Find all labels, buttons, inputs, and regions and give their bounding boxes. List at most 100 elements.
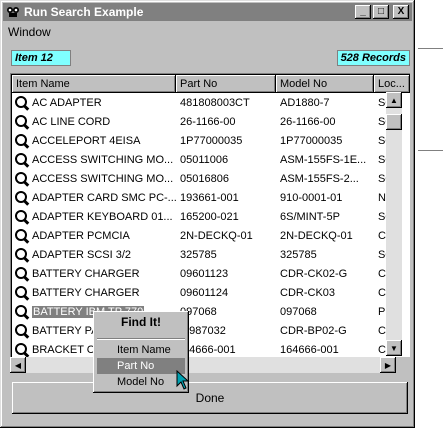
left-arrow-icon: ◀: [14, 360, 22, 370]
menu-bar: Window: [4, 24, 55, 40]
table-row[interactable]: ACCELEPORT 4EISA1P770000351P77000035S040: [12, 131, 401, 150]
table-row[interactable]: ADAPTER PCMCIA2N-DECKQ-012N-DECKQ-01C010: [12, 226, 401, 245]
item-counter-badge: Item 12: [11, 50, 71, 66]
scroll-down-button[interactable]: ▼: [386, 340, 402, 356]
status-strip: Item 12 528 Records: [3, 45, 412, 69]
horizontal-scrollbar[interactable]: ◀ ▶: [10, 357, 396, 373]
magnifier-icon: [14, 342, 30, 357]
item-name-text: AC LINE CORD: [32, 115, 111, 128]
context-menu: Find It! Item Name Part No Model No: [93, 311, 189, 393]
background-line: [418, 48, 443, 49]
magnifier-icon: [14, 228, 30, 244]
vertical-scrollbar[interactable]: ▲ ▼: [386, 92, 402, 356]
scroll-left-button[interactable]: ◀: [10, 357, 26, 373]
table-row[interactable]: BATTERY CHARGER09601123CDR-CK02-GC020: [12, 264, 401, 283]
context-menu-item-model-no[interactable]: Model No: [97, 374, 185, 390]
magnifier-icon: [14, 323, 30, 339]
column-header-location[interactable]: Loc...: [374, 75, 410, 93]
cell-item-name: ADAPTER SCSI 3/2: [12, 247, 176, 263]
cell-item-name: ACCESS SWITCHING MO...: [12, 152, 176, 168]
maximize-button[interactable]: □: [373, 5, 389, 19]
item-name-text: ADAPTER KEYBOARD 01...: [32, 210, 173, 223]
table-row[interactable]: BATTERY CHARGER09601124CDR-CK03C020: [12, 283, 401, 302]
column-header-part-no[interactable]: Part No: [176, 75, 276, 93]
up-arrow-icon: ▲: [390, 95, 398, 105]
cell-item-name: BATTERY CHARGER: [12, 285, 176, 301]
magnifier-icon: [14, 190, 30, 206]
app-icon: [6, 5, 20, 19]
cell-part-no: 097068: [180, 305, 217, 318]
cell-item-name: ACCELEPORT 4EISA: [12, 133, 176, 149]
cell-model-no: 097068: [280, 305, 317, 318]
item-name-text: BATTERY CHARGER: [32, 286, 140, 299]
cell-item-name: ACCESS SWITCHING MO...: [12, 171, 176, 187]
done-button[interactable]: Done: [12, 382, 408, 414]
context-menu-separator: [97, 338, 185, 340]
record-count-badge: 528 Records: [336, 50, 410, 66]
cell-part-no: 05011006: [180, 153, 229, 166]
table-row[interactable]: BATTERY IBM TP 770097068097068PR...: [12, 302, 401, 321]
down-arrow-icon: ▼: [390, 343, 398, 353]
magnifier-icon: [14, 247, 30, 263]
minimize-icon: _: [360, 6, 366, 17]
cell-part-no: 325785: [180, 248, 217, 261]
cell-model-no: 164666-001: [280, 343, 339, 356]
cell-part-no: 26-1166-00: [180, 115, 236, 128]
cell-part-no: 05016806: [180, 172, 229, 185]
close-button[interactable]: X: [393, 5, 409, 19]
magnifier-icon: [14, 266, 30, 282]
cell-part-no: 09601124: [180, 286, 229, 299]
context-menu-title: Find It!: [121, 315, 161, 329]
menu-window[interactable]: Window: [4, 25, 55, 39]
cell-part-no: 165200-021: [180, 210, 239, 223]
scroll-up-button[interactable]: ▲: [386, 92, 402, 108]
cell-model-no: 325785: [280, 248, 317, 261]
table-row[interactable]: ADAPTER CARD SMC PC-... 193661-001 910-000…: [12, 188, 401, 207]
table-row[interactable]: ACCESS SWITCHING MO... 05011006 ASM-155FS-…: [12, 150, 401, 169]
item-name-text: ADAPTER SCSI 3/2: [32, 248, 132, 261]
cell-model-no: CDR-BP02-G: [280, 324, 347, 337]
cell-item-name: ADAPTER CARD SMC PC-...: [12, 190, 176, 206]
table-row[interactable]: ADAPTER KEYBOARD 01... 165200-021 6S/MINT-…: [12, 207, 401, 226]
cell-model-no: CDR-CK03: [280, 286, 336, 299]
magnifier-icon: [14, 304, 30, 320]
cell-part-no: ...4666-001: [180, 343, 236, 356]
item-name-text: ADAPTER PCMCIA: [32, 229, 130, 242]
mouse-cursor-icon: [176, 370, 190, 390]
results-grid[interactable]: Item Name Part No Model No Loc... AC ADA…: [10, 73, 410, 357]
cell-model-no: 2N-DECKQ-01: [280, 229, 353, 242]
table-row[interactable]: AC ADAPTER481808003CTAD1880-7S040: [12, 93, 401, 112]
cell-item-name: ADAPTER KEYBOARD 01...: [12, 209, 176, 225]
item-name-text: ACCELEPORT 4EISA: [32, 134, 141, 147]
context-menu-item-item-name[interactable]: Item Name: [97, 342, 185, 358]
cell-part-no: ...987032: [180, 324, 226, 337]
table-row[interactable]: ADAPTER SCSI 3/2325785325785S020: [12, 245, 401, 264]
table-row[interactable]: AC LINE CORD26-1166-0026-1166-00S040: [12, 112, 401, 131]
item-name-text: ACCESS SWITCHING MO...: [32, 153, 174, 166]
cell-part-no: 481808003CT: [180, 96, 250, 109]
vertical-scroll-thumb[interactable]: [386, 114, 402, 130]
cell-item-name: BATTERY CHARGER: [12, 266, 176, 282]
column-header-model-no[interactable]: Model No: [276, 75, 374, 93]
cell-part-no: 193661-001: [180, 191, 239, 204]
grid-rows: AC ADAPTER481808003CTAD1880-7S040AC LINE…: [12, 93, 401, 357]
magnifier-icon: [14, 285, 30, 301]
grid-header: Item Name Part No Model No Loc...: [12, 75, 410, 93]
cell-model-no: ASM-155FS-2...: [280, 172, 359, 185]
item-name-text: AC ADAPTER: [32, 96, 102, 109]
app-window: Run Search Example _ □ X Window Item 12 …: [0, 0, 415, 428]
cell-item-name: AC LINE CORD: [12, 114, 176, 130]
column-header-item-name[interactable]: Item Name: [12, 75, 176, 93]
cell-part-no: 2N-DECKQ-01: [180, 229, 253, 242]
table-row[interactable]: BRACKET CI......4666-001164666-001C02...: [12, 340, 401, 357]
cell-model-no: 26-1166-00: [280, 115, 336, 128]
maximize-icon: □: [377, 6, 385, 17]
table-row[interactable]: ACCESS SWITCHING MO... 05016806 ASM-155FS-…: [12, 169, 401, 188]
cell-model-no: 910-0001-01: [280, 191, 343, 204]
title-bar[interactable]: Run Search Example _ □ X: [3, 3, 412, 21]
minimize-button[interactable]: _: [355, 5, 371, 19]
scroll-right-button[interactable]: ▶: [380, 357, 396, 373]
table-row[interactable]: BATTERY PA......987032CDR-BP02-GC020: [12, 321, 401, 340]
close-icon: X: [397, 6, 405, 17]
context-menu-item-part-no[interactable]: Part No: [97, 358, 185, 374]
